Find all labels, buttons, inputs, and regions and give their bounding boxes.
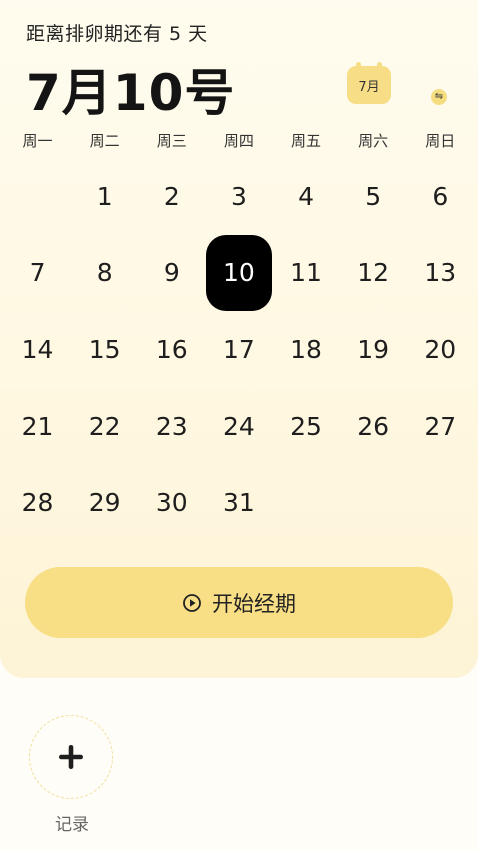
calendar-day-number: 19 bbox=[357, 334, 390, 364]
calendar-day[interactable]: 2 bbox=[138, 158, 205, 235]
calendar-day-number bbox=[340, 465, 406, 541]
calendar-day-number: 28 bbox=[21, 488, 54, 518]
calendar-empty-cell bbox=[407, 464, 474, 541]
calendar-day[interactable]: 19 bbox=[340, 311, 407, 388]
calendar-day-number: 6 bbox=[432, 181, 449, 211]
calendar-day-number: 24 bbox=[223, 411, 255, 441]
calendar-day-number: 17 bbox=[223, 334, 255, 364]
calendar-day-number: 27 bbox=[424, 411, 457, 441]
calendar-day[interactable]: 10 bbox=[205, 234, 272, 312]
calendar-day[interactable]: 30 bbox=[138, 464, 205, 541]
calendar-day[interactable]: 1 bbox=[71, 158, 138, 235]
calendar-day-number: 16 bbox=[155, 334, 188, 364]
calendar-day[interactable]: 16 bbox=[138, 311, 205, 388]
calendar-day-number: 15 bbox=[88, 334, 121, 364]
calendar-day-number: 14 bbox=[21, 334, 54, 364]
calendar-day-number: 18 bbox=[290, 334, 322, 364]
calendar-grid: 1 2 3 4 5 6 7 8 9 10 11 12 13 14 15 16 17 18 19 20 21 22 23 24 2… bbox=[4, 158, 474, 541]
calendar-day[interactable]: 21 bbox=[4, 388, 71, 465]
weekday-header: 周一 周二 周三 周四 周五 周六 周日 bbox=[4, 130, 474, 151]
calendar-empty-cell bbox=[4, 158, 71, 235]
calendar-day[interactable]: 8 bbox=[71, 235, 138, 312]
calendar-day[interactable]: 7 bbox=[4, 235, 71, 312]
calendar-day-number: 21 bbox=[21, 411, 54, 441]
start-period-button[interactable]: 开始经期 bbox=[25, 567, 453, 638]
calendar-day-number: 30 bbox=[155, 488, 188, 518]
calendar-day-number: 25 bbox=[290, 411, 322, 441]
calendar-day-number: 4 bbox=[298, 181, 315, 211]
calendar-day-number: 11 bbox=[290, 258, 322, 288]
calendar-day-number bbox=[407, 465, 473, 541]
calendar-day[interactable]: 31 bbox=[205, 464, 272, 541]
calendar-day-number: 22 bbox=[88, 411, 121, 441]
calendar-day-number bbox=[5, 158, 71, 234]
calendar-day-number: 2 bbox=[163, 181, 180, 211]
play-circle-icon bbox=[183, 593, 201, 612]
calendar-day[interactable]: 17 bbox=[205, 311, 272, 388]
calendar-day[interactable]: 6 bbox=[407, 158, 474, 235]
calendar-day[interactable]: 4 bbox=[273, 158, 340, 235]
calendar-day-number: 26 bbox=[357, 411, 390, 441]
calendar-day[interactable]: 20 bbox=[407, 311, 474, 388]
calendar-day-number: 5 bbox=[365, 181, 382, 211]
start-period-label: 开始经期 bbox=[212, 591, 296, 616]
swap-icon[interactable]: ⇋ bbox=[431, 89, 447, 105]
calendar-day-number: 10 bbox=[205, 234, 272, 311]
calendar-day[interactable]: 15 bbox=[71, 311, 138, 388]
calendar-day-number: 3 bbox=[230, 181, 247, 211]
calendar-day-number: 12 bbox=[357, 258, 390, 288]
calendar-day[interactable]: 26 bbox=[340, 388, 407, 465]
calendar-day-number: 7 bbox=[29, 258, 46, 288]
selected-date-title: 7月10号 bbox=[26, 64, 236, 122]
calendar-day[interactable]: 25 bbox=[273, 388, 340, 465]
ovulation-countdown: 距离排卵期还有 5 天 bbox=[26, 23, 208, 45]
weekday-label: 周日 bbox=[425, 132, 456, 150]
calendar-day-number: 31 bbox=[223, 488, 255, 518]
calendar-day-number: 8 bbox=[96, 258, 113, 288]
month-badge-label: 7月 bbox=[358, 79, 380, 95]
weekday-label: 周二 bbox=[89, 132, 120, 150]
record-label: 记录 bbox=[55, 815, 89, 835]
weekday-label: 周六 bbox=[358, 132, 389, 150]
calendar-day[interactable]: 12 bbox=[340, 235, 407, 312]
add-record-button[interactable] bbox=[29, 715, 113, 799]
calendar-day-number: 13 bbox=[424, 258, 457, 288]
calendar-day[interactable]: 29 bbox=[71, 464, 138, 541]
calendar-day[interactable]: 23 bbox=[138, 388, 205, 465]
calendar-empty-cell bbox=[273, 464, 340, 541]
calendar-day[interactable]: 22 bbox=[71, 388, 138, 465]
weekday-label: 周一 bbox=[22, 132, 53, 150]
calendar-empty-cell bbox=[340, 464, 407, 541]
calendar-day[interactable]: 9 bbox=[138, 235, 205, 312]
calendar-day[interactable]: 24 bbox=[205, 388, 272, 465]
calendar-day-number: 20 bbox=[424, 334, 457, 364]
plus-icon bbox=[59, 745, 83, 769]
calendar-day-number: 9 bbox=[163, 258, 180, 288]
month-calendar-button[interactable]: 7月 bbox=[347, 62, 391, 104]
calendar-day[interactable]: 3 bbox=[205, 158, 272, 235]
weekday-label: 周三 bbox=[156, 132, 187, 150]
weekday-label: 周五 bbox=[291, 132, 322, 150]
calendar-day[interactable]: 27 bbox=[407, 388, 474, 465]
calendar-day-number bbox=[273, 465, 339, 541]
calendar-day[interactable]: 13 bbox=[407, 235, 474, 312]
weekday-label: 周四 bbox=[223, 132, 254, 150]
calendar-ring-icon bbox=[377, 62, 382, 70]
calendar-day[interactable]: 11 bbox=[273, 235, 340, 312]
calendar-day[interactable]: 14 bbox=[4, 311, 71, 388]
calendar-day[interactable]: 28 bbox=[4, 464, 71, 541]
calendar-ring-icon bbox=[356, 62, 361, 70]
calendar-day[interactable]: 5 bbox=[340, 158, 407, 235]
calendar-day[interactable]: 18 bbox=[273, 311, 340, 388]
calendar-day-number: 23 bbox=[155, 411, 188, 441]
calendar-day-number: 29 bbox=[88, 488, 121, 518]
calendar-day-number: 1 bbox=[96, 181, 113, 211]
